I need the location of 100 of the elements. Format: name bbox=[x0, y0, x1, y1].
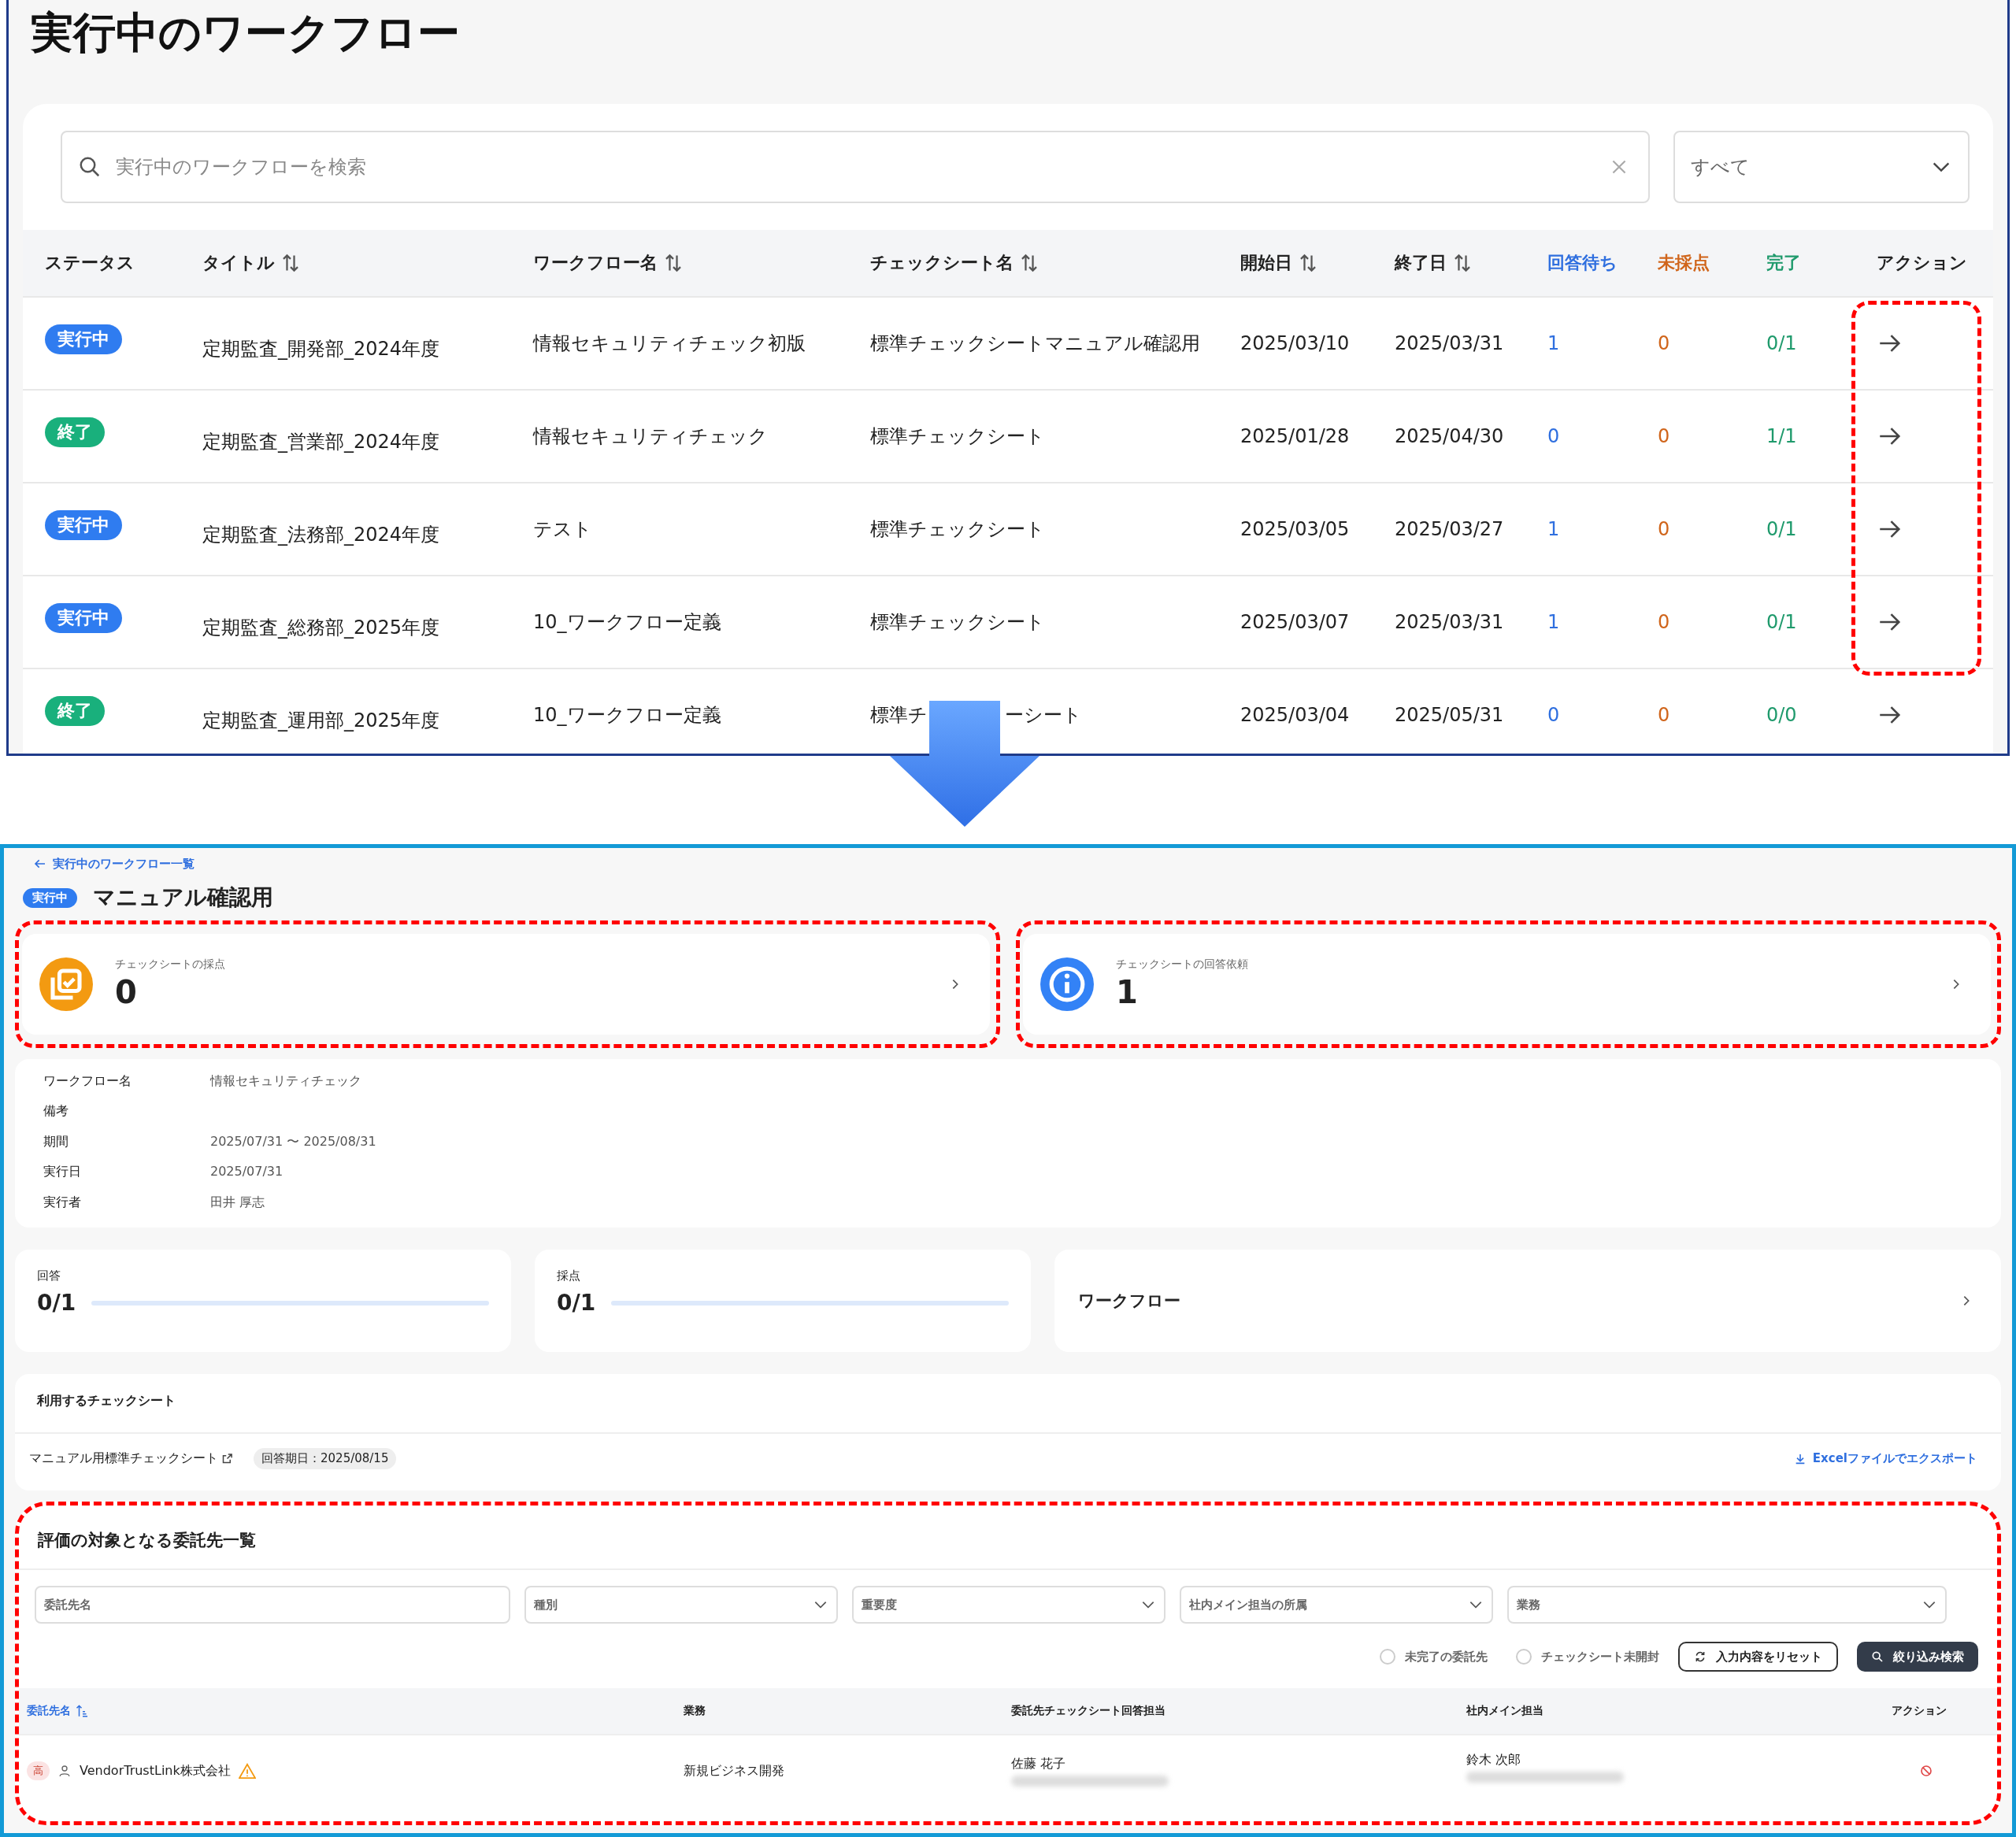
search-icon bbox=[1871, 1650, 1884, 1663]
table-cell: 0/1 bbox=[1766, 611, 1797, 633]
table-cell: 新規ビジネス開発 bbox=[684, 1762, 784, 1780]
checkbox-label[interactable]: チェックシート未開封 bbox=[1541, 1649, 1659, 1665]
back-arrow-icon bbox=[34, 857, 46, 870]
column-header[interactable]: 開始日 bbox=[1240, 251, 1292, 275]
search-field[interactable]: 実行中のワークフローを検索 bbox=[61, 131, 1650, 203]
table-cell: 0 bbox=[1658, 704, 1670, 726]
table-cell: 2025/03/31 bbox=[1395, 332, 1504, 354]
column-header[interactable]: 委託先名 bbox=[27, 1704, 71, 1718]
table-cell: 0 bbox=[1658, 425, 1670, 447]
table-cell: 0/0 bbox=[1766, 704, 1797, 726]
sort-icon[interactable] bbox=[664, 253, 683, 273]
table-cell: 1 bbox=[1547, 332, 1560, 354]
priority-badge: 高 bbox=[27, 1761, 50, 1780]
summary-card[interactable]: チェックシートの回答依頼 1 bbox=[1023, 934, 1991, 1035]
table-cell: 2025/03/05 bbox=[1240, 518, 1350, 540]
export-link[interactable]: Excelファイルでエクスポート bbox=[1793, 1451, 1977, 1466]
field-value: 田井 厚志 bbox=[210, 1194, 266, 1211]
checkbox[interactable] bbox=[1516, 1649, 1532, 1665]
checkbox-label[interactable]: 未完了の委託先 bbox=[1405, 1649, 1488, 1665]
table-cell-text: ーシート bbox=[1005, 703, 1082, 728]
field-label: 実行者 bbox=[43, 1194, 82, 1211]
summary-label: チェックシートの採点 bbox=[115, 957, 226, 972]
external-link-icon bbox=[221, 1453, 233, 1465]
detail-title: マニュアル確認用 bbox=[93, 883, 273, 912]
sort-icon[interactable] bbox=[1299, 253, 1317, 273]
filter-dropdown[interactable]: 種別 bbox=[524, 1586, 838, 1624]
column-header[interactable]: 終了日 bbox=[1395, 251, 1447, 275]
table-cell-text: 定期監査_総務部_2025年度 bbox=[202, 616, 440, 640]
search-icon bbox=[78, 155, 102, 179]
column-header: 業務 bbox=[684, 1704, 706, 1718]
table-cell-text: 10_ワークフロー定義 bbox=[533, 610, 721, 635]
field-label: 期間 bbox=[43, 1133, 69, 1150]
info-icon bbox=[1040, 957, 1094, 1011]
page-title: 実行中のワークフロー bbox=[31, 8, 461, 58]
prohibited-icon[interactable] bbox=[1919, 1764, 1933, 1778]
sort-ascending-icon bbox=[76, 1704, 90, 1718]
filter-dropdown[interactable]: 業務 bbox=[1507, 1586, 1947, 1624]
sort-icon[interactable] bbox=[1453, 253, 1472, 273]
column-header: アクション bbox=[1877, 252, 1967, 274]
search-button[interactable]: 絞り込み検索 bbox=[1857, 1642, 1978, 1672]
column-header[interactable]: ワークフロー名 bbox=[533, 251, 658, 275]
back-link[interactable]: 実行中のワークフロー一覧 bbox=[34, 856, 195, 872]
field-value: 2025/07/31 〜 2025/08/31 bbox=[210, 1133, 377, 1150]
table-cell: 2025/03/04 bbox=[1240, 704, 1350, 726]
table-cell-text: テスト bbox=[533, 517, 592, 542]
person-icon bbox=[57, 1764, 72, 1778]
checkbox[interactable] bbox=[1380, 1649, 1395, 1665]
column-header[interactable]: チェックシート名 bbox=[870, 251, 1014, 275]
column-header[interactable]: タイトル bbox=[202, 251, 275, 275]
field-value: 2025/07/31 bbox=[210, 1164, 284, 1181]
person-name: 鈴木 次郎 bbox=[1466, 1751, 1521, 1768]
column-header: ステータス bbox=[45, 252, 135, 274]
table-cell: 0 bbox=[1658, 611, 1670, 633]
sort-icon[interactable] bbox=[1020, 253, 1039, 273]
filter-dropdown[interactable]: 重要度 bbox=[852, 1586, 1166, 1624]
table-cell-text: 定期監査_営業部_2024年度 bbox=[202, 430, 440, 454]
due-date-chip: 回答期日：2025/08/15 bbox=[254, 1448, 397, 1469]
table-cell-text: 標準チ bbox=[870, 703, 928, 728]
status-badge: 実行中 bbox=[23, 887, 77, 908]
filter-dropdown[interactable]: すべて bbox=[1673, 131, 1970, 203]
field-label: ワークフロー名 bbox=[43, 1073, 132, 1090]
sort-icon[interactable] bbox=[281, 253, 300, 273]
input-field[interactable]: 委託先名 bbox=[35, 1586, 510, 1624]
table-cell-text: 標準チェックシート bbox=[870, 517, 1045, 542]
summary-label: チェックシートの回答依頼 bbox=[1116, 957, 1249, 972]
section-title: 利用するチェックシート bbox=[15, 1374, 2001, 1434]
field-label: 備考 bbox=[43, 1103, 69, 1120]
table-cell: 2025/03/27 bbox=[1395, 518, 1504, 540]
progress-label: 採点 bbox=[557, 1268, 581, 1283]
progress-reading: 0/1 bbox=[557, 1290, 596, 1316]
field-label: 実行日 bbox=[43, 1164, 82, 1181]
refresh-icon bbox=[1694, 1650, 1707, 1663]
table-cell-text: 情報セキュリティチェック bbox=[533, 424, 768, 449]
table-cell: 0 bbox=[1547, 704, 1560, 726]
column-header: 未採点 bbox=[1658, 252, 1710, 274]
workflow-card[interactable]: ワークフロー bbox=[1054, 1250, 2001, 1352]
column-header: 回答待ち bbox=[1547, 252, 1618, 274]
table-cell-text: 標準チェックシート bbox=[870, 610, 1045, 635]
status-badge: 終了 bbox=[45, 696, 105, 726]
table-cell-text: 定期監査_法務部_2024年度 bbox=[202, 523, 440, 547]
checksheet-link[interactable]: マニュアル用標準チェックシート bbox=[29, 1450, 218, 1467]
table-cell: 2025/04/30 bbox=[1395, 425, 1504, 447]
table-cell: 0/1 bbox=[1766, 332, 1797, 354]
table-cell: 1 bbox=[1547, 611, 1560, 633]
copy-check-icon bbox=[39, 957, 93, 1011]
summary-value: 1 bbox=[1116, 973, 1139, 1011]
column-header: 委託先チェックシート回答担当 bbox=[1011, 1704, 1166, 1718]
table-cell-text: 10_ワークフロー定義 bbox=[533, 703, 721, 728]
table-cell: 0 bbox=[1658, 518, 1670, 540]
reset-button[interactable]: 入力内容をリセット bbox=[1678, 1642, 1838, 1672]
summary-card[interactable]: チェックシートの採点 0 bbox=[22, 934, 990, 1035]
table-cell: 0 bbox=[1547, 425, 1560, 447]
filter-dropdown[interactable]: 社内メイン担当の所属 bbox=[1180, 1586, 1493, 1624]
table-cell: 0/1 bbox=[1766, 518, 1797, 540]
table-cell-text: 標準チェックシートマニュアル確認用 bbox=[870, 331, 1200, 356]
table-cell-text: 標準チェックシート bbox=[870, 424, 1045, 449]
column-header: 完了 bbox=[1766, 252, 1801, 274]
table-cell: 1 bbox=[1547, 518, 1560, 540]
